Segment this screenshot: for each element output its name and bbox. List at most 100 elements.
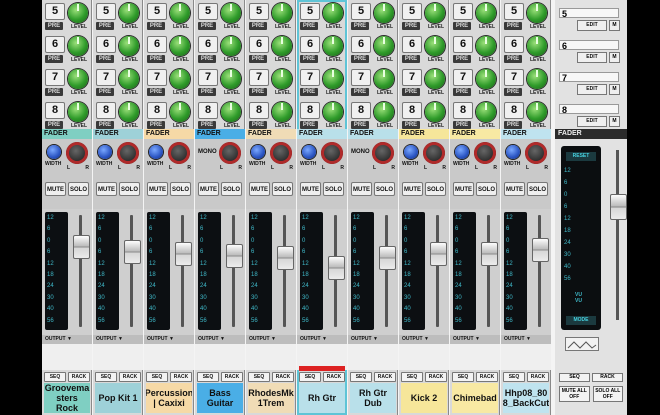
pre-button[interactable]: PRE — [96, 22, 114, 30]
channel-name[interactable]: RhodesMk 1Trem — [248, 383, 294, 413]
pre-button[interactable]: PRE — [45, 55, 63, 63]
output-selector[interactable]: OUTPUT ▼ — [297, 335, 347, 344]
send-level-knob[interactable] — [119, 3, 139, 23]
rack-button[interactable]: RACK — [170, 372, 192, 382]
pre-button[interactable]: PRE — [147, 55, 165, 63]
pan-knob[interactable] — [423, 142, 445, 164]
send-level-knob[interactable] — [221, 3, 241, 23]
send-level-knob[interactable] — [119, 36, 139, 56]
pre-button[interactable]: PRE — [453, 121, 471, 129]
rack-button[interactable]: RACK — [323, 372, 345, 382]
pre-button[interactable]: PRE — [198, 88, 216, 96]
pre-button[interactable]: PRE — [351, 88, 369, 96]
send-level-knob[interactable] — [170, 102, 190, 122]
solo-all-off-button[interactable]: SOLO ALL OFF — [592, 386, 623, 402]
send-level-knob[interactable] — [323, 102, 343, 122]
output-selector[interactable]: OUTPUT ▼ — [195, 335, 245, 344]
send-level-knob[interactable] — [323, 69, 343, 89]
send-level-knob[interactable] — [272, 36, 292, 56]
send-level-knob[interactable] — [527, 69, 547, 89]
rack-button[interactable]: RACK — [527, 372, 549, 382]
pre-button[interactable]: PRE — [402, 22, 420, 30]
fader-cap[interactable] — [532, 238, 549, 263]
mute-button[interactable]: MUTE — [147, 182, 168, 196]
send-level-knob[interactable] — [374, 69, 394, 89]
mute-button[interactable]: MUTE — [453, 182, 474, 196]
output-selector[interactable]: OUTPUT ▼ — [42, 335, 92, 344]
solo-button[interactable]: SOLO — [170, 182, 191, 196]
fader-cap[interactable] — [277, 245, 294, 270]
mute-button[interactable]: MUTE — [300, 182, 321, 196]
edit-button[interactable]: EDIT — [577, 116, 607, 127]
pre-button[interactable]: PRE — [453, 22, 471, 30]
fader-cap[interactable] — [430, 242, 447, 266]
channel-name[interactable]: Rh Gtr Dub — [350, 383, 396, 413]
output-selector[interactable]: OUTPUT ▼ — [450, 335, 500, 344]
output-selector[interactable]: OUTPUT ▼ — [501, 335, 551, 344]
pre-button[interactable]: PRE — [504, 55, 522, 63]
mute-button[interactable]: MUTE — [198, 182, 219, 196]
pre-button[interactable]: PRE — [249, 22, 267, 30]
output-selector[interactable]: OUTPUT ▼ — [348, 335, 398, 344]
seq-button[interactable]: SEQ — [452, 372, 474, 382]
master-seq-button[interactable]: SEQ — [559, 373, 590, 382]
width-knob[interactable] — [455, 145, 469, 159]
pre-button[interactable]: PRE — [96, 88, 114, 96]
pan-knob[interactable] — [270, 142, 292, 164]
pre-button[interactable]: PRE — [45, 22, 63, 30]
pan-knob[interactable] — [525, 142, 547, 164]
mute-button[interactable]: MUTE — [249, 182, 270, 196]
edit-button[interactable]: EDIT — [577, 84, 607, 95]
mono-button[interactable]: MONO — [351, 149, 370, 155]
channel-name[interactable]: Chimebad — [452, 383, 498, 413]
width-knob[interactable] — [47, 145, 61, 159]
seq-button[interactable]: SEQ — [146, 372, 168, 382]
pre-button[interactable]: PRE — [45, 121, 63, 129]
pre-button[interactable]: PRE — [147, 22, 165, 30]
pre-button[interactable]: PRE — [249, 121, 267, 129]
solo-button[interactable]: SOLO — [323, 182, 344, 196]
pan-knob[interactable] — [219, 142, 241, 164]
pan-knob[interactable] — [117, 142, 139, 164]
send-level-knob[interactable] — [476, 102, 496, 122]
mute-all-off-button[interactable]: MUTE ALL OFF — [559, 386, 590, 402]
mute-button[interactable]: MUTE — [351, 182, 372, 196]
width-knob[interactable] — [98, 145, 112, 159]
seq-button[interactable]: SEQ — [197, 372, 219, 382]
send-level-knob[interactable] — [527, 102, 547, 122]
rack-button[interactable]: RACK — [272, 372, 294, 382]
pre-button[interactable]: PRE — [300, 55, 318, 63]
send-level-knob[interactable] — [170, 36, 190, 56]
pre-button[interactable]: PRE — [504, 88, 522, 96]
master-rack-button[interactable]: RACK — [592, 373, 623, 382]
pan-knob[interactable] — [168, 142, 190, 164]
rack-button[interactable]: RACK — [119, 372, 141, 382]
send-level-knob[interactable] — [374, 102, 394, 122]
channel-name[interactable]: Groovema sters Rock — [44, 383, 90, 413]
fx-mute-button[interactable]: M — [609, 84, 620, 95]
send-level-knob[interactable] — [323, 3, 343, 23]
send-level-knob[interactable] — [68, 69, 88, 89]
pre-button[interactable]: PRE — [198, 121, 216, 129]
channel-name[interactable]: Kick 2 — [401, 383, 447, 413]
seq-button[interactable]: SEQ — [248, 372, 270, 382]
output-selector[interactable]: OUTPUT ▼ — [93, 335, 143, 344]
solo-button[interactable]: SOLO — [119, 182, 140, 196]
mode-button[interactable]: MODE — [566, 316, 596, 325]
seq-button[interactable]: SEQ — [350, 372, 372, 382]
output-selector[interactable]: OUTPUT ▼ — [246, 335, 296, 344]
pre-button[interactable]: PRE — [351, 55, 369, 63]
pre-button[interactable]: PRE — [147, 121, 165, 129]
rack-button[interactable]: RACK — [221, 372, 243, 382]
fader-cap[interactable] — [379, 245, 396, 270]
send-level-knob[interactable] — [170, 3, 190, 23]
mute-button[interactable]: MUTE — [96, 182, 117, 196]
send-level-knob[interactable] — [119, 102, 139, 122]
send-level-knob[interactable] — [425, 3, 445, 23]
output-selector[interactable]: OUTPUT ▼ — [144, 335, 194, 344]
reset-button[interactable]: RESET — [566, 152, 596, 161]
fx-mute-button[interactable]: M — [609, 20, 620, 31]
width-knob[interactable] — [302, 145, 316, 159]
solo-button[interactable]: SOLO — [425, 182, 446, 196]
send-level-knob[interactable] — [221, 36, 241, 56]
